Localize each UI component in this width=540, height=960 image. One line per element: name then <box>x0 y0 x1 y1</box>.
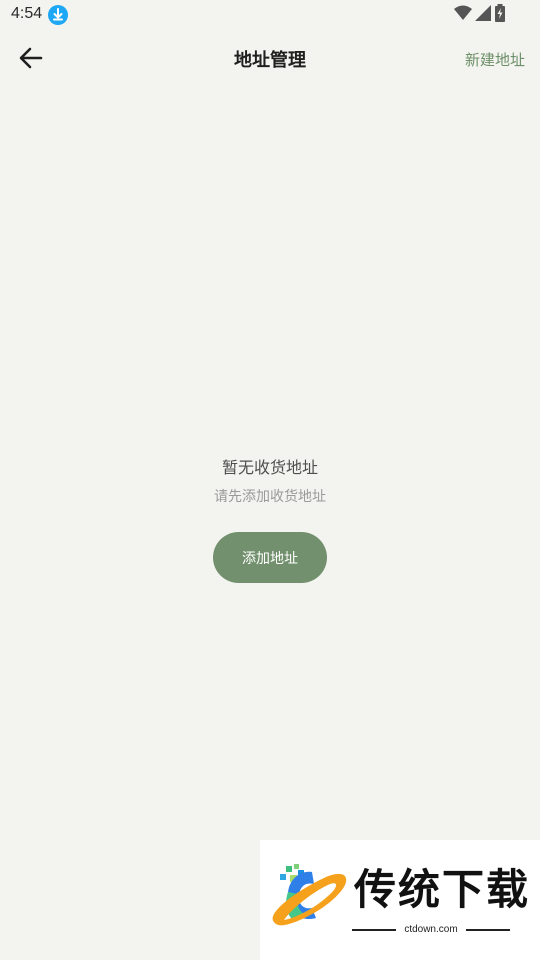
page-title: 地址管理 <box>234 50 306 71</box>
add-address-button[interactable]: 添加地址 <box>213 532 327 583</box>
download-arrow-icon <box>48 5 68 25</box>
status-bar: 4:54 <box>0 0 540 30</box>
signal-icon <box>475 5 491 25</box>
divider-left <box>352 929 396 931</box>
status-time: 4:54 <box>11 5 43 22</box>
watermark-url-row: ctdown.com <box>352 922 510 938</box>
watermark-brand: 传统下载 <box>354 865 531 914</box>
divider-right <box>466 929 510 931</box>
watermark: 传统下载 ctdown.com <box>260 840 540 960</box>
watermark-logo <box>272 864 347 926</box>
new-address-link[interactable]: 新建地址 <box>465 49 525 70</box>
status-indicators <box>454 4 506 26</box>
empty-state-title: 暂无收货地址 <box>221 458 318 477</box>
empty-state: 暂无收货地址 请先添加收货地址 <box>0 456 540 508</box>
wifi-icon <box>454 5 472 25</box>
battery-charging-icon <box>494 4 506 26</box>
watermark-url: ctdown.com <box>404 924 458 935</box>
empty-state-subtitle: 请先添加收货地址 <box>214 489 326 505</box>
app-header: 地址管理 新建地址 <box>0 30 540 88</box>
